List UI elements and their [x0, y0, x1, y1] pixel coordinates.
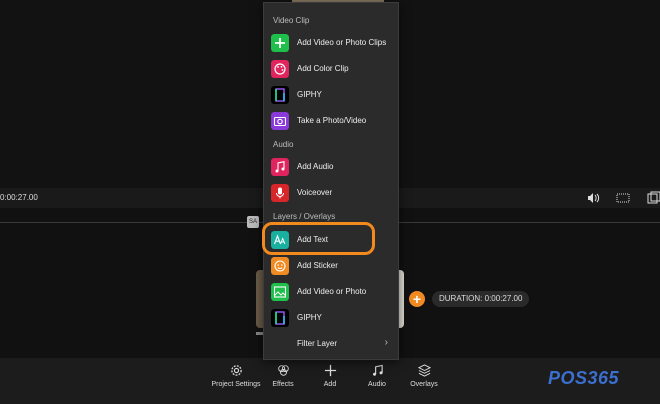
menu-item-add-video-or-photo[interactable]: Add Video or Photo — [270, 281, 394, 303]
add-button[interactable]: Add — [305, 364, 355, 388]
menu-item-add-sticker[interactable]: Add Sticker — [270, 255, 394, 277]
current-time: 0:00:27.00 — [0, 193, 38, 202]
menu-item-label: Add Video or Photo Clips — [297, 38, 387, 47]
menu-item-label: Add Audio — [297, 162, 334, 171]
menu-item-label: GIPHY — [297, 90, 322, 99]
section-title-audio: Audio — [273, 140, 294, 149]
menu-item-giphy[interactable]: GIPHY — [270, 84, 394, 106]
add-menu: Video Clip Add Video or Photo Clips Add … — [263, 2, 399, 360]
menu-item-add-video-photo-clips[interactable]: Add Video or Photo Clips — [270, 32, 394, 54]
volume-icon[interactable] — [586, 191, 600, 205]
menu-item-voiceover[interactable]: Voiceover — [270, 182, 394, 204]
project-settings-button[interactable]: Project Settings — [211, 364, 261, 388]
menu-item-giphy-layer[interactable]: GIPHY — [270, 307, 394, 329]
overlays-button[interactable]: Overlays — [399, 364, 449, 388]
section-title-layers-overlays: Layers / Overlays — [273, 212, 336, 221]
music-icon — [372, 364, 383, 376]
effects-icon — [277, 365, 289, 376]
highlight-outline — [262, 222, 375, 255]
menu-item-label: Filter Layer — [297, 339, 338, 348]
menu-item-label: Voiceover — [297, 188, 333, 197]
fullscreen-icon[interactable] — [646, 191, 660, 205]
section-title-video-clip: Video Clip — [273, 16, 310, 25]
effects-button[interactable]: Effects — [258, 364, 308, 388]
microphone-icon — [271, 184, 289, 202]
plus-icon — [324, 364, 336, 377]
effects-label: Effects — [272, 381, 294, 388]
menu-item-take-photo-video[interactable]: Take a Photo/Video — [270, 110, 394, 132]
add-clip-button[interactable]: + — [409, 291, 425, 307]
menu-item-filter-layer[interactable]: Filter Layer › — [270, 333, 394, 355]
smiley-icon — [271, 257, 289, 275]
playhead-marker[interactable]: SA — [247, 216, 259, 228]
menu-item-add-color-clip[interactable]: Add Color Clip — [270, 58, 394, 80]
giphy-icon — [271, 86, 289, 104]
image-icon — [271, 283, 289, 301]
chevron-right-icon: › — [384, 337, 388, 348]
add-label: Add — [323, 381, 337, 388]
project-settings-label: Project Settings — [211, 381, 261, 388]
giphy-icon — [271, 309, 289, 327]
overlays-label: Overlays — [410, 381, 438, 388]
layers-icon — [417, 364, 431, 377]
audio-label: Audio — [368, 381, 386, 388]
menu-item-label: Add Color Clip — [297, 64, 349, 73]
menu-item-add-audio[interactable]: Add Audio — [270, 156, 394, 178]
menu-item-label: Take a Photo/Video — [297, 116, 367, 125]
camera-icon — [271, 112, 289, 130]
gear-icon — [230, 365, 242, 376]
plus-icon — [271, 34, 289, 52]
music-note-icon — [271, 158, 289, 176]
aspect-ratio-icon[interactable] — [616, 191, 630, 205]
audio-button[interactable]: Audio — [352, 364, 402, 388]
menu-item-label: Add Video or Photo — [297, 287, 367, 296]
palette-icon — [271, 60, 289, 78]
watermark-logo: POS365 — [548, 368, 620, 388]
menu-item-label: Add Sticker — [297, 261, 338, 270]
menu-item-label: GIPHY — [297, 313, 322, 322]
duration-badge: DURATION: 0:00:27.00 — [432, 291, 530, 307]
